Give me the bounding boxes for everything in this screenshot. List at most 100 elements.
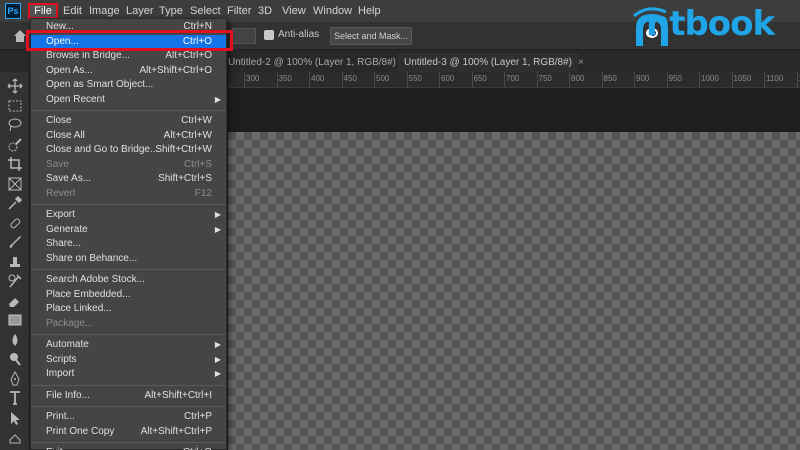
menu-item-label: Export bbox=[46, 209, 75, 220]
menu-item-label: Open as Smart Object... bbox=[46, 79, 154, 90]
menu-item-label: Print One Copy bbox=[46, 425, 115, 437]
ruler-tick-line bbox=[309, 72, 310, 88]
menu-separator bbox=[31, 384, 226, 386]
marquee-icon[interactable] bbox=[7, 98, 23, 114]
menu-item-label: Share on Behance... bbox=[46, 252, 138, 264]
pasteboard bbox=[228, 88, 800, 132]
menu-item-shortcut: Alt+Shift+Ctrl+I bbox=[144, 389, 212, 401]
menu-3d[interactable]: 3D bbox=[258, 3, 272, 19]
menu-item-share-on-behance[interactable]: Share on Behance... bbox=[31, 252, 226, 266]
crop-icon[interactable] bbox=[7, 156, 23, 172]
type-icon[interactable] bbox=[7, 390, 23, 406]
ruler-tick-line bbox=[374, 72, 375, 88]
ruler-tick-label: 650 bbox=[473, 74, 487, 83]
anti-alias-checkbox[interactable] bbox=[264, 30, 274, 40]
menu-item-search-adobe-stock[interactable]: Search Adobe Stock... bbox=[31, 273, 226, 287]
menu-item-print-one-copy[interactable]: Print One Copy Alt+Shift+Ctrl+P bbox=[31, 425, 226, 439]
menu-separator bbox=[31, 442, 226, 443]
menu-item-save-as[interactable]: Save As... Shift+Ctrl+S bbox=[31, 172, 226, 186]
menu-edit[interactable]: Edit bbox=[63, 3, 82, 19]
transparent-canvas[interactable] bbox=[228, 132, 800, 450]
submenu-arrow-icon: ▶ bbox=[214, 369, 221, 378]
menu-item-share[interactable]: Share... bbox=[31, 237, 226, 251]
submenu-arrow-icon: ▶ bbox=[214, 210, 221, 219]
lasso-icon[interactable] bbox=[7, 117, 23, 133]
shape-icon[interactable] bbox=[7, 429, 23, 445]
clone-stamp-icon[interactable] bbox=[7, 254, 23, 270]
menu-item-scripts[interactable]: Scripts ▶ bbox=[31, 353, 226, 367]
menu-item-label: Import bbox=[46, 368, 75, 379]
menu-item-open-as-smart-object[interactable]: Open as Smart Object... bbox=[31, 78, 226, 92]
menu-item-print[interactable]: Print... Ctrl+P bbox=[31, 410, 226, 424]
history-brush-icon[interactable] bbox=[7, 273, 23, 289]
eyedropper-icon[interactable] bbox=[7, 195, 23, 211]
feather-input[interactable] bbox=[232, 28, 256, 44]
menu-item-shortcut: Ctrl+P bbox=[183, 411, 212, 422]
tools-panel bbox=[0, 72, 30, 450]
quick-select-icon[interactable] bbox=[7, 137, 23, 153]
healing-brush-icon[interactable] bbox=[7, 215, 23, 231]
menu-type[interactable]: Type bbox=[159, 3, 183, 19]
menu-item-import[interactable]: Import ▶ bbox=[31, 367, 226, 381]
ruler-tick-label: 900 bbox=[636, 74, 650, 83]
ntbook-logo-text: ntbook bbox=[646, 4, 775, 44]
menu-item-save: Save Ctrl+S bbox=[31, 158, 226, 172]
menu-item-open-recent[interactable]: Open Recent ▶ bbox=[31, 93, 226, 107]
menu-item-close-and-go-to-bridge[interactable]: Close and Go to Bridge... Shift+Ctrl+W bbox=[31, 143, 226, 157]
select-and-mask-button[interactable]: Select and Mask... bbox=[330, 27, 412, 45]
file-menu-dropdown: New... Ctrl+N Open... Ctrl+O Browse in Bridg… bbox=[30, 18, 227, 450]
menu-item-export[interactable]: Export ▶ bbox=[31, 208, 226, 222]
menu-item-shortcut: Ctrl+Q bbox=[183, 446, 212, 450]
menu-item-exit[interactable]: Exit Ctrl+Q bbox=[31, 446, 226, 450]
menu-item-file-info[interactable]: File Info... Alt+Shift+Ctrl+I bbox=[31, 389, 226, 403]
blur-icon[interactable] bbox=[7, 332, 23, 348]
menu-item-generate[interactable]: Generate ▶ bbox=[31, 223, 226, 237]
menu-separator bbox=[31, 204, 226, 205]
menu-item-place-linked[interactable]: Place Linked... bbox=[31, 302, 226, 316]
menu-item-label: Automate bbox=[46, 339, 89, 350]
pen-icon[interactable] bbox=[7, 370, 23, 387]
ruler-tick-line bbox=[569, 72, 570, 88]
menu-image[interactable]: Image bbox=[89, 3, 120, 19]
menu-layer[interactable]: Layer bbox=[126, 3, 154, 19]
gradient-icon[interactable] bbox=[7, 312, 23, 328]
menu-item-label: Exit bbox=[46, 446, 63, 450]
menu-view[interactable]: View bbox=[282, 3, 306, 19]
menu-help[interactable]: Help bbox=[358, 3, 381, 19]
menu-window[interactable]: Window bbox=[313, 3, 352, 19]
dodge-icon[interactable] bbox=[7, 351, 23, 367]
tab-untitled-3[interactable]: Untitled-3 @ 100% (Layer 1, RGB/8#) × bbox=[398, 53, 584, 72]
ruler-tick-label: 550 bbox=[408, 74, 422, 83]
ruler-tick-label: 1050 bbox=[733, 74, 752, 83]
menu-item-shortcut: Alt+Shift+Ctrl+O bbox=[139, 64, 212, 76]
menu-item-label: Open Recent bbox=[46, 93, 105, 105]
menu-file[interactable]: File bbox=[28, 3, 58, 19]
menu-item-place-embedded[interactable]: Place Embedded... bbox=[31, 288, 226, 302]
menu-item-label: File Info... bbox=[46, 389, 90, 401]
tab-label: Untitled-2 @ 100% (Layer 1, RGB/8#) bbox=[228, 57, 397, 68]
anti-alias-label: Anti-alias bbox=[278, 29, 320, 40]
close-icon[interactable]: × bbox=[578, 57, 584, 68]
menu-item-label: Package... bbox=[46, 317, 94, 329]
tab-untitled-2[interactable]: Untitled-2 @ 100% (Layer 1, RGB/8#) bbox=[228, 53, 398, 72]
eraser-icon[interactable] bbox=[7, 293, 23, 309]
menu-item-close[interactable]: Close Ctrl+W bbox=[31, 114, 226, 128]
move-icon[interactable] bbox=[7, 78, 23, 94]
menu-item-open-as[interactable]: Open As... Alt+Shift+Ctrl+O bbox=[31, 64, 226, 78]
menu-item-automate[interactable]: Automate ▶ bbox=[31, 338, 226, 352]
menu-item-shortcut: Alt+Ctrl+O bbox=[165, 50, 212, 61]
path-select-icon[interactable] bbox=[7, 410, 23, 426]
menu-separator bbox=[31, 406, 226, 407]
menu-item-close-all[interactable]: Close All Alt+Ctrl+W bbox=[31, 129, 226, 143]
ruler-tick-line bbox=[666, 72, 668, 88]
menu-item-browse-in-bridge[interactable]: Browse in Bridge... Alt+Ctrl+O bbox=[31, 49, 226, 63]
menu-select[interactable]: Select bbox=[190, 3, 221, 19]
menu-filter[interactable]: Filter bbox=[227, 3, 251, 19]
ruler-tick-line bbox=[504, 72, 505, 88]
ruler-tick-label: 1100 bbox=[766, 74, 784, 83]
menu-item-label: Print... bbox=[46, 411, 75, 422]
menu-item-label: Search Adobe Stock... bbox=[46, 274, 145, 285]
frame-icon[interactable] bbox=[7, 176, 23, 192]
menu-item-shortcut: Shift+Ctrl+S bbox=[158, 173, 212, 184]
brush-icon[interactable] bbox=[7, 234, 23, 250]
